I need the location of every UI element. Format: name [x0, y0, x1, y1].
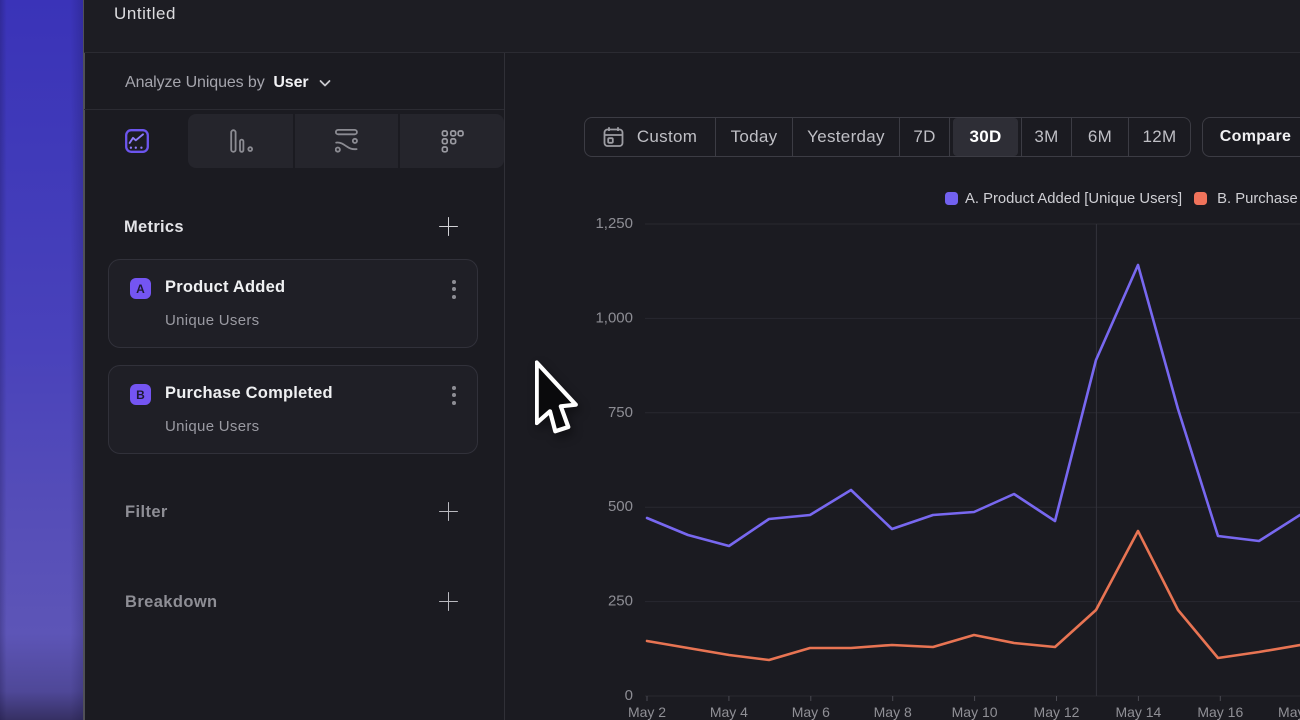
svg-text:May 16: May 16: [1197, 704, 1243, 720]
svg-text:1,000: 1,000: [595, 309, 633, 326]
svg-text:500: 500: [608, 498, 633, 515]
svg-text:May 8: May 8: [874, 704, 912, 720]
svg-text:1,250: 1,250: [595, 215, 633, 232]
svg-text:May 12: May 12: [1034, 704, 1080, 720]
svg-text:May 18: May 18: [1278, 704, 1300, 720]
svg-text:May 6: May 6: [792, 704, 830, 720]
svg-text:0: 0: [625, 687, 633, 704]
svg-text:May 10: May 10: [952, 704, 998, 720]
svg-text:May 14: May 14: [1115, 704, 1161, 720]
svg-text:May 2: May 2: [628, 704, 666, 720]
svg-text:May 4: May 4: [710, 704, 748, 720]
svg-text:750: 750: [608, 404, 633, 421]
svg-text:250: 250: [608, 593, 633, 610]
